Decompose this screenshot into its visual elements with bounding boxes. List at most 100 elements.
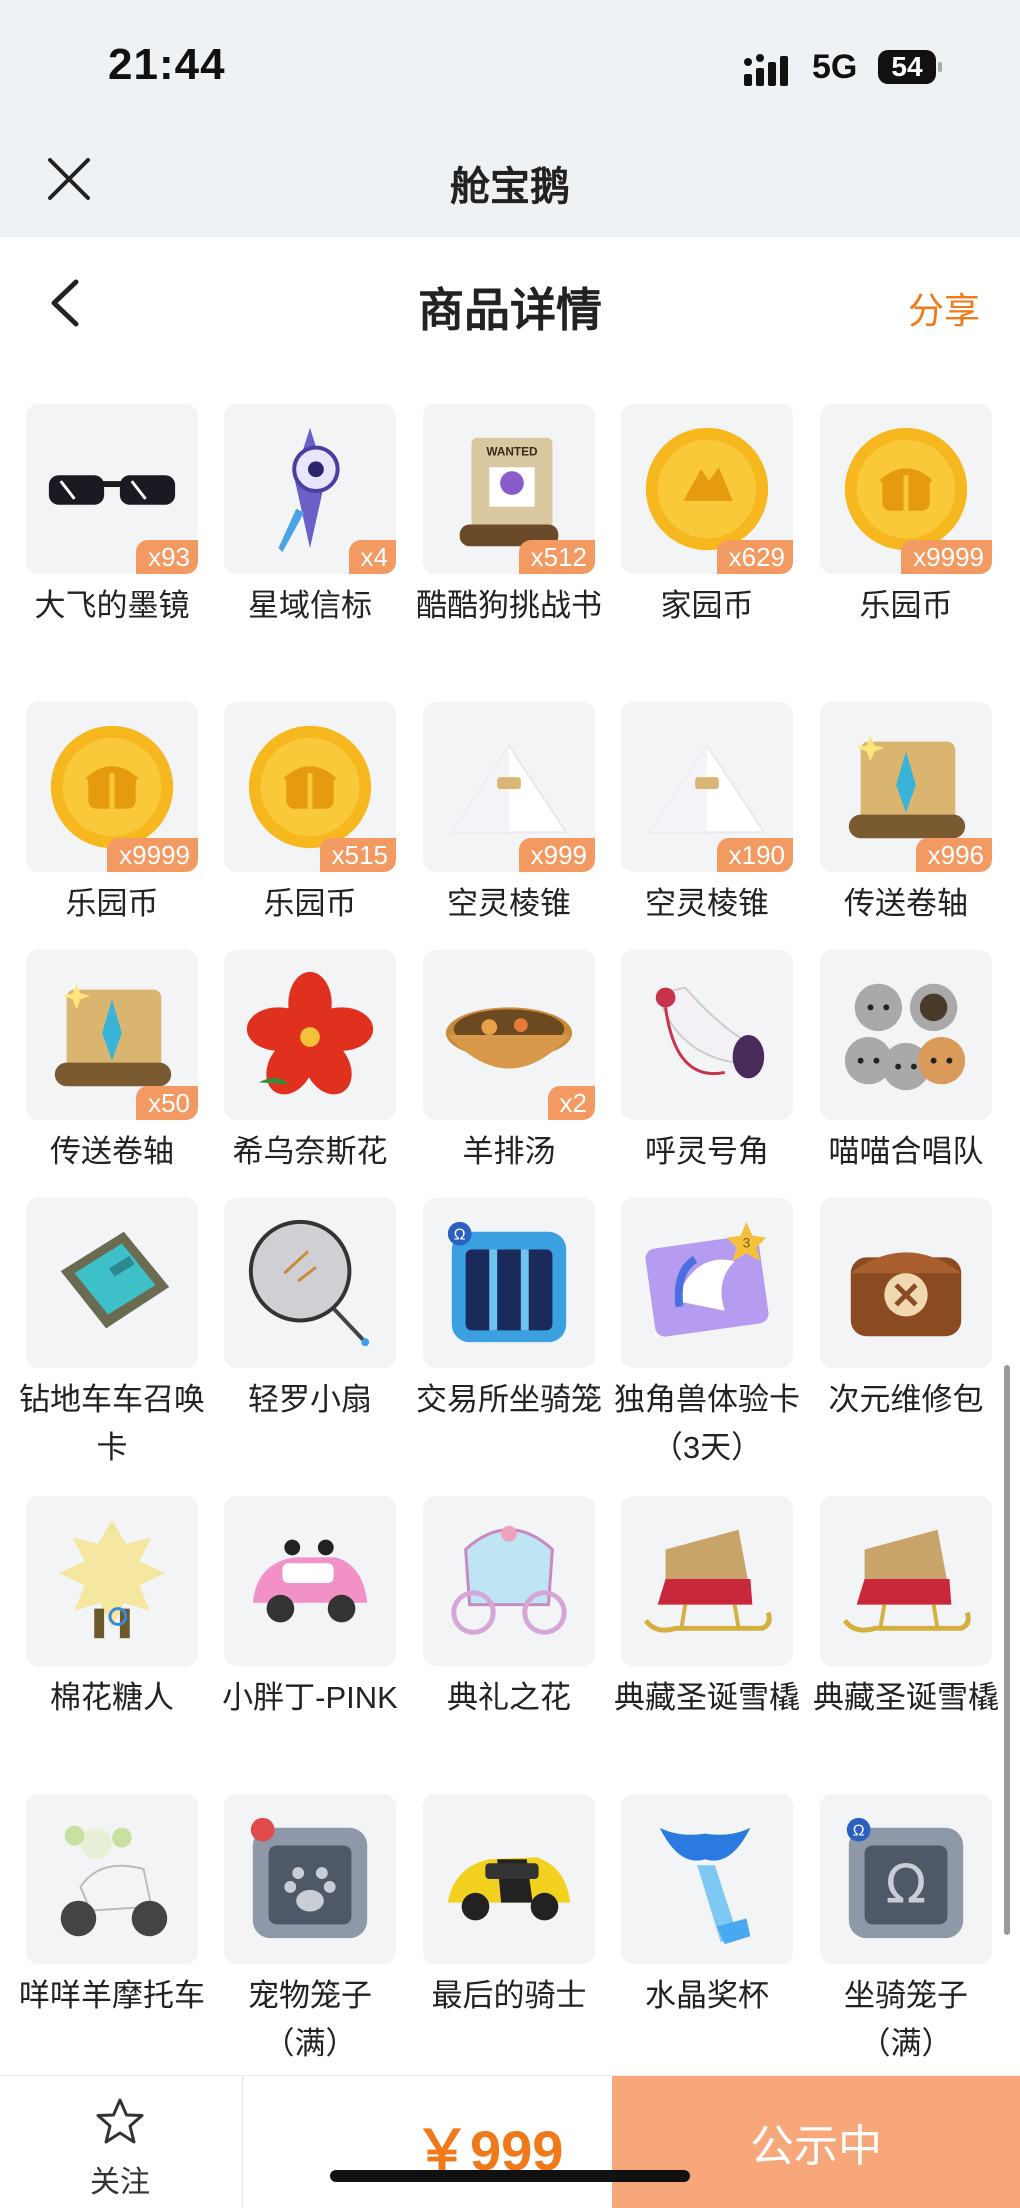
- item-thumbnail: [621, 1794, 793, 1964]
- pet-cage-icon: [250, 1817, 368, 1939]
- item-thumbnail: x999: [423, 702, 595, 872]
- quantity-badge: x4: [348, 540, 396, 574]
- item-name: 大飞的墨镜: [34, 588, 190, 623]
- item-thumbnail: [423, 1496, 595, 1666]
- quantity-badge: x2: [547, 1086, 595, 1120]
- quantity-badge: x629: [716, 540, 793, 574]
- item-name: 最后的骑士: [431, 1978, 587, 2013]
- network-type: 5G: [812, 48, 858, 86]
- quantity-badge: x9999: [901, 540, 992, 574]
- item-thumbnail: x515: [224, 702, 396, 872]
- item-thumbnail: [224, 950, 396, 1120]
- item-name: 水晶奖杯: [645, 1978, 769, 2013]
- status-time: 21:44: [108, 40, 226, 89]
- item-name: 坐骑笼子（满）: [844, 1978, 968, 2061]
- svg-text:WANTED: WANTED: [486, 444, 538, 458]
- item-thumbnail: [820, 1496, 992, 1666]
- item-name: 呼灵号角: [645, 1134, 769, 1169]
- carriage-icon: [451, 1525, 567, 1635]
- item-name: 典藏圣诞雪橇: [813, 1680, 999, 1715]
- item-thumbnail: x50: [26, 950, 198, 1120]
- follow-button[interactable]: 关注: [60, 2096, 180, 2199]
- yellow-car-icon: [447, 1857, 571, 1921]
- quantity-badge: x515: [319, 838, 396, 872]
- item-name: 交易所坐骑笼: [416, 1382, 602, 1417]
- fan-icon: [248, 1219, 370, 1347]
- park-coin-icon: [844, 427, 968, 551]
- item-name: 小胖丁-PINK: [222, 1680, 398, 1715]
- battery-icon: 54: [878, 50, 942, 84]
- page-title: 商品详情: [418, 284, 602, 336]
- item-thumbnail: x4: [224, 404, 396, 574]
- item-name: 宠物笼子（满）: [248, 1978, 372, 2061]
- item-name: 喵喵合唱队: [828, 1134, 984, 1169]
- item-name: 星域信标: [248, 588, 372, 623]
- item-thumbnail: 3: [621, 1198, 793, 1368]
- item-name: 次元维修包: [828, 1382, 984, 1417]
- item-thumbnail: [26, 1496, 198, 1666]
- drill-card-icon: [60, 1231, 170, 1329]
- item-thumbnail: ΩΩ: [820, 1794, 992, 1964]
- item-name: 传送卷轴: [844, 886, 968, 921]
- item-name: 空灵棱锥: [645, 886, 769, 921]
- svg-text:Ω: Ω: [853, 1823, 865, 1840]
- home-indicator: [330, 2170, 690, 2182]
- quantity-badge: x190: [716, 838, 793, 872]
- item-thumbnail: x9999: [820, 404, 992, 574]
- item-thumbnail: x2: [423, 950, 595, 1120]
- pyramid-icon: [449, 743, 569, 834]
- pyramid-icon: [647, 743, 767, 834]
- item-name: 轻罗小扇: [248, 1382, 372, 1417]
- unicorn-card-icon: 3: [645, 1221, 769, 1337]
- divider: [242, 2076, 243, 2208]
- item-thumbnail: Ω: [423, 1198, 595, 1368]
- marshmallow-man-icon: [58, 1519, 166, 1639]
- teleport-scroll-icon: [848, 735, 966, 839]
- share-button[interactable]: 分享: [908, 282, 980, 334]
- repair-bag-icon: [850, 1252, 962, 1337]
- item-name: 空灵棱锥: [447, 886, 571, 921]
- sleigh-icon: [842, 1529, 971, 1633]
- item-name: 传送卷轴: [50, 1134, 174, 1169]
- item-thumbnail: [224, 1794, 396, 1964]
- status-button[interactable]: 公示中: [612, 2076, 1020, 2208]
- svg-text:3: 3: [743, 1236, 751, 1251]
- sunglasses-icon: [48, 475, 176, 505]
- signal-icon: [744, 54, 788, 86]
- item-thumbnail: WANTED x512: [423, 404, 595, 574]
- cats-icon: [844, 983, 966, 1091]
- item-name: 乐园币: [859, 588, 953, 623]
- quantity-badge: x996: [915, 838, 992, 872]
- mount-cage-full-icon: ΩΩ: [846, 1817, 964, 1939]
- sleigh-icon: [643, 1529, 772, 1633]
- item-thumbnail: [423, 1794, 595, 1964]
- item-thumbnail: [26, 1794, 198, 1964]
- item-thumbnail: [26, 1198, 198, 1368]
- mount-cage-icon: Ω: [447, 1221, 567, 1343]
- scooter-icon: [60, 1825, 168, 1937]
- park-coin-icon: [50, 725, 174, 849]
- item-thumbnail: [820, 950, 992, 1120]
- star-icon: [96, 2098, 144, 2144]
- star-beacon-icon: [278, 427, 340, 553]
- quantity-badge: x50: [136, 1086, 198, 1120]
- red-flower-icon: [246, 971, 374, 1095]
- pink-car-icon: [252, 1539, 368, 1623]
- home-coin-icon: [645, 427, 769, 551]
- item-thumbnail: x9999: [26, 702, 198, 872]
- item-thumbnail: [224, 1496, 396, 1666]
- item-name: 家园币: [660, 588, 754, 623]
- item-thumbnail: [621, 1496, 793, 1666]
- item-name: 钻地车车召唤卡: [19, 1382, 205, 1465]
- app-title: 舱宝鹅: [450, 165, 570, 209]
- svg-text:Ω: Ω: [454, 1227, 466, 1244]
- item-name: 酷酷狗挑战书: [416, 588, 602, 623]
- teleport-scroll-icon: [54, 983, 172, 1087]
- item-name: 独角兽体验卡（3天）: [614, 1382, 800, 1465]
- soup-bowl-icon: [445, 1007, 573, 1069]
- crystal-trophy-icon: [659, 1827, 751, 1945]
- top-bar: 21:44 5G 54 舱宝鹅: [0, 0, 1020, 237]
- scrollbar[interactable]: [1004, 1365, 1010, 1935]
- item-name: 典礼之花: [447, 1680, 571, 1715]
- bottom-action-bar: 关注 ￥999 公示中: [0, 2075, 1020, 2208]
